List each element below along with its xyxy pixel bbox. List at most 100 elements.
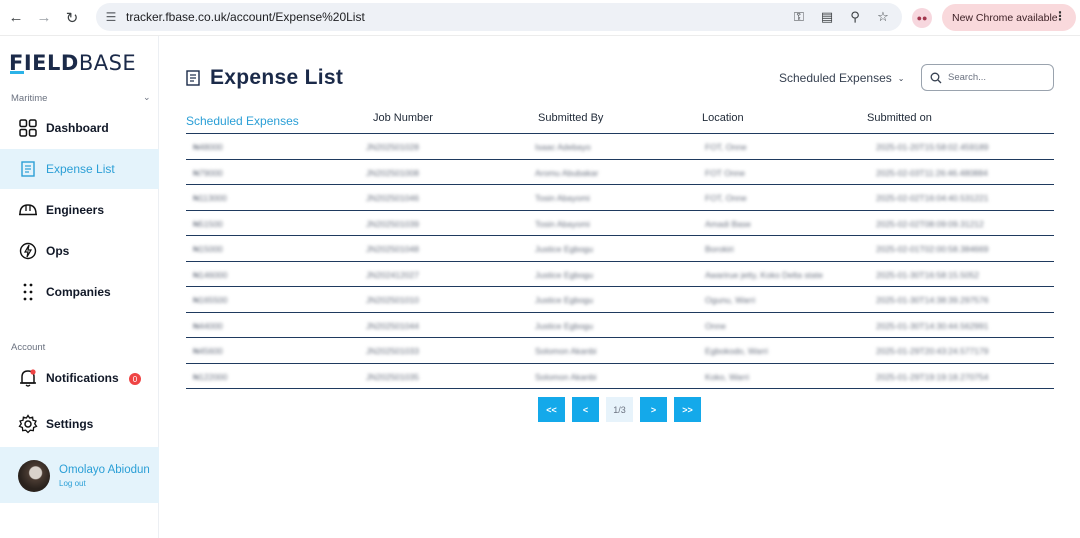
- back-arrow-icon[interactable]: ←: [2, 4, 30, 32]
- submitted-by-cell: Tosin Abayomi: [535, 218, 590, 229]
- submitted-by-cell: Justice Egbogu: [535, 295, 594, 305]
- amount-cell: ₦122000: [193, 371, 228, 382]
- expense-filter-dropdown[interactable]: Scheduled Expenses ⌄: [779, 71, 904, 85]
- location-cell: Koko, Warri: [705, 371, 750, 382]
- table-body: ₦48000 JN202501028 Isaac Adebayo FOT, Onne 2…: [186, 134, 1054, 389]
- install-app-icon[interactable]: ▤: [818, 8, 836, 26]
- submitted-on-cell: 2025-02-01T02:00:58.384669: [876, 244, 989, 254]
- job-number-cell: JN202501039: [366, 218, 419, 229]
- amount-cell: ₦45600: [193, 346, 223, 356]
- notification-count-badge: 0: [129, 373, 141, 385]
- sidebar-item-label: Engineers: [46, 203, 105, 217]
- location-cell: Borokiri: [705, 244, 734, 254]
- location-cell: Amadi Base: [705, 218, 751, 229]
- page-indicator: 1/3: [606, 397, 633, 422]
- submitted-on-cell: 2025-01-30T14:30:44.562991: [876, 320, 989, 331]
- location-cell: FOT, Onne: [705, 142, 747, 152]
- next-page-button[interactable]: >: [640, 397, 667, 422]
- sidebar-item-engineers[interactable]: Engineers: [0, 190, 159, 230]
- search-box[interactable]: [921, 64, 1054, 91]
- avatar[interactable]: [18, 460, 50, 492]
- hard-hat-icon: [17, 199, 39, 221]
- column-header-submitted-by[interactable]: Submitted By: [538, 112, 603, 124]
- profile-extension-icon[interactable]: ●●: [912, 8, 932, 28]
- amount-cell: ₦48000: [193, 142, 223, 152]
- submitted-on-cell: 2025-01-20T15:58:02.459189: [876, 142, 989, 152]
- chrome-menu-icon[interactable]: ⋮: [1054, 9, 1066, 23]
- table-row[interactable]: ₦122000 JN202501035 Solomon Akanbi Koko, Wa…: [186, 364, 1054, 389]
- chevron-down-icon[interactable]: ⌄: [143, 92, 151, 103]
- reload-icon[interactable]: ↻: [58, 4, 86, 32]
- sidebar-item-label: Dashboard: [46, 121, 109, 135]
- page-header: Expense List: [186, 66, 343, 90]
- url-text[interactable]: tracker.fbase.co.uk/account/Expense%20Li…: [126, 10, 365, 24]
- sidebar-item-companies[interactable]: Companies: [0, 272, 159, 312]
- column-header-location[interactable]: Location: [702, 112, 744, 124]
- submitted-on-cell: 2025-01-29T20:43:24.577179: [876, 346, 989, 356]
- expense-table: Scheduled Expenses Job Number Submitted …: [186, 110, 1054, 389]
- ops-bolt-icon: [17, 240, 39, 262]
- site-info-icon[interactable]: ☰: [96, 10, 126, 24]
- job-number-cell: JN202501028: [366, 142, 419, 152]
- submitted-by-cell: Justice Egbogu: [535, 244, 594, 254]
- section-label-maritime: Maritime: [11, 93, 48, 104]
- search-input[interactable]: [948, 72, 1038, 83]
- sidebar-item-settings[interactable]: Settings: [0, 404, 159, 444]
- job-number-cell: JN202501046: [366, 193, 419, 203]
- location-cell: Awarirue jetty, Koko Delta state: [705, 269, 823, 280]
- zoom-icon[interactable]: ⚲: [846, 8, 864, 26]
- sidebar-item-label: Companies: [46, 285, 111, 299]
- amount-cell: ₦44000: [193, 320, 223, 331]
- section-label-account: Account: [11, 342, 46, 353]
- dashboard-grid-icon: [17, 117, 39, 139]
- sidebar-item-expense-list[interactable]: Expense List: [0, 149, 159, 189]
- submitted-on-cell: 2025-02-02T16:04:40.531221: [876, 193, 989, 203]
- address-bar[interactable]: ☰ tracker.fbase.co.uk/account/Expense%20…: [96, 3, 902, 31]
- table-row[interactable]: ₦44000 JN202501044 Justice Egbogu Onne 2025-…: [186, 313, 1054, 338]
- last-page-button[interactable]: >>: [674, 397, 701, 422]
- sidebar-item-label: Notifications: [46, 371, 119, 385]
- table-header: Scheduled Expenses Job Number Submitted …: [186, 110, 1054, 134]
- location-cell: FOT, Onne: [705, 193, 747, 203]
- table-row[interactable]: ₦146000 JN202412027 Justice Egbogu Awarirue…: [186, 262, 1054, 287]
- prev-page-button[interactable]: <: [572, 397, 599, 422]
- column-header-submitted-on[interactable]: Submitted on: [867, 112, 932, 124]
- profile-name: Omolayo Abiodun: [59, 464, 150, 476]
- submitted-by-cell: Solomon Akanbi: [535, 346, 597, 356]
- receipt-icon: [186, 70, 200, 86]
- table-row[interactable]: ₦45600 JN202501033 Solomon Akanbi Egbokodo,…: [186, 338, 1054, 364]
- fieldbase-logo[interactable]: FIELDBASE: [9, 51, 136, 75]
- job-number-cell: JN202501048: [366, 244, 419, 254]
- amount-cell: ₦79000: [193, 167, 223, 178]
- search-icon: [930, 72, 942, 83]
- amount-cell: ₦15000: [193, 244, 223, 254]
- sidebar-item-label: Expense List: [46, 162, 115, 176]
- bookmark-star-icon[interactable]: ☆: [874, 8, 892, 26]
- table-row[interactable]: ₦15000 JN202501048 Justice Egbogu Borokiri 2…: [186, 236, 1054, 262]
- column-header-job-number[interactable]: Job Number: [373, 112, 433, 124]
- forward-arrow-icon[interactable]: →: [30, 4, 58, 32]
- submitted-by-cell: Solomon Akanbi: [535, 371, 597, 382]
- column-header-scheduled-expenses[interactable]: Scheduled Expenses: [186, 114, 299, 128]
- table-row[interactable]: ₦79000 JN202501008 Aromu Abubakar FOT Onne 2…: [186, 160, 1054, 185]
- password-key-icon[interactable]: ⚿: [790, 8, 808, 26]
- sidebar-item-dashboard[interactable]: Dashboard: [0, 108, 159, 148]
- submitted-by-cell: Justice Egbogu: [535, 320, 594, 331]
- submitted-on-cell: 2025-02-03T11:26:46.480884: [876, 167, 988, 178]
- sidebar-item-ops[interactable]: Ops: [0, 231, 159, 271]
- table-row[interactable]: ₦48000 JN202501028 Isaac Adebayo FOT, Onne 2…: [186, 134, 1054, 160]
- table-row[interactable]: ₦165500 JN202501010 Justice Egbogu Ogunu, W…: [186, 287, 1054, 313]
- table-row[interactable]: ₦51500 JN202501039 Tosin Abayomi Amadi Base…: [186, 211, 1054, 236]
- location-cell: Onne: [705, 320, 726, 331]
- logo-accent: [10, 71, 24, 74]
- user-profile[interactable]: Omolayo Abiodun Log out: [0, 447, 159, 503]
- filter-selected-value: Scheduled Expenses: [779, 71, 892, 85]
- logout-link[interactable]: Log out: [59, 479, 86, 488]
- submitted-by-cell: Isaac Adebayo: [535, 142, 591, 152]
- new-chrome-label: New Chrome available: [952, 11, 1058, 24]
- new-chrome-available-button[interactable]: New Chrome available ⋮: [942, 4, 1076, 31]
- job-number-cell: JN202501033: [366, 346, 419, 356]
- first-page-button[interactable]: <<: [538, 397, 565, 422]
- table-row[interactable]: ₦113000 JN202501046 Tosin Abayomi FOT, Onne…: [186, 185, 1054, 211]
- sidebar: FIELDBASE Maritime ⌄ Dashboard Expense L…: [0, 36, 159, 538]
